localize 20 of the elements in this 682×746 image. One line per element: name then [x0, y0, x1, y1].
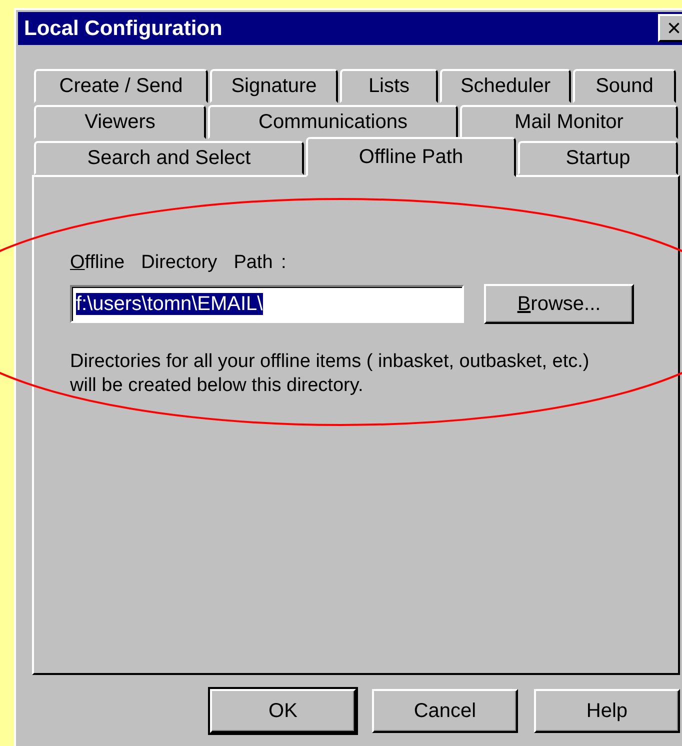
dialog-button[interactable]: Help	[534, 689, 680, 733]
window-title: Local Configuration	[24, 16, 222, 42]
tab[interactable]: Startup	[518, 141, 678, 175]
tab[interactable]: Mail Monitor	[460, 105, 678, 139]
tab[interactable]: Scheduler	[440, 69, 571, 103]
tab[interactable]: Signature	[210, 69, 338, 103]
tab[interactable]: Offline Path	[306, 137, 516, 177]
path-field[interactable]: f:\users\tomn\EMAIL\	[70, 284, 464, 322]
tab[interactable]: Lists	[340, 69, 438, 103]
close-button[interactable]: ×	[658, 14, 682, 42]
tab[interactable]: Viewers	[34, 105, 206, 139]
dialog-button[interactable]: Cancel	[372, 689, 518, 733]
dialog-button[interactable]: OK	[210, 689, 356, 733]
tab[interactable]: Communications	[208, 105, 458, 139]
description-text: Directories for all your offline items ( inbasket, outbasket, etc.) will be created below this directory.	[70, 350, 590, 398]
browse-button[interactable]: Browse...	[484, 284, 634, 324]
tab[interactable]: Create / Send	[34, 69, 208, 103]
tab[interactable]: Sound	[573, 69, 676, 103]
tab[interactable]: Search and Select	[34, 141, 304, 175]
field-label: Offline Directory Path :	[70, 251, 288, 275]
